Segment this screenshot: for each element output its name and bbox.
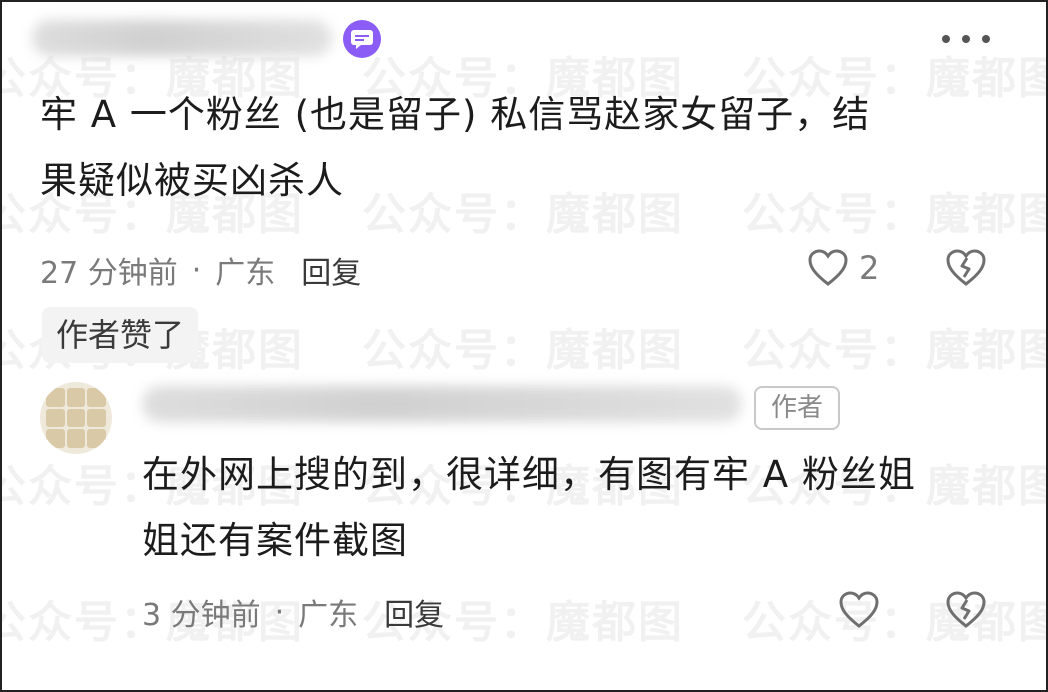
heart-icon[interactable] — [807, 248, 849, 288]
meta-separator: · — [191, 252, 202, 288]
comment-line: 果疑似被买凶杀人 — [40, 159, 344, 202]
reply-button[interactable]: 回复 — [301, 248, 361, 292]
author-tag: 作者 — [754, 386, 840, 430]
more-options-icon[interactable] — [942, 32, 990, 46]
message-badge-icon[interactable] — [343, 20, 381, 58]
comment-text: 牢 A 一个粉丝 (也是留子) 私信骂赵家女留子，结 果疑似被买凶杀人 — [40, 82, 870, 214]
author-liked-badge: 作者赞了 — [42, 307, 199, 363]
blurred-username[interactable] — [32, 20, 332, 56]
comment-time: 27 分钟前 — [40, 256, 178, 291]
meta-separator: · — [274, 594, 285, 630]
like-count: 2 — [859, 249, 880, 287]
comment-text: 在外网上搜的到，很详细，有图有牢 A 粉丝姐 姐还有案件截图 — [142, 442, 916, 574]
like-button[interactable]: 2 — [807, 248, 879, 288]
comment-line: 在外网上搜的到，很详细，有图有牢 A 粉丝姐 — [142, 453, 916, 496]
comment-meta: 3 分钟前 · 广东 回复 — [142, 590, 444, 634]
comment-time: 3 分钟前 — [142, 598, 261, 633]
like-button[interactable] — [838, 590, 880, 630]
broken-heart-icon[interactable] — [945, 248, 987, 288]
broken-heart-icon[interactable] — [945, 590, 987, 630]
comment-location: 广东 — [298, 598, 359, 633]
comment-meta: 27 分钟前 · 广东 回复 — [40, 248, 361, 292]
comment-panel: 公众号：魔都图 公众号：魔都图 公众号：魔都图 公众号：魔都图 公众号：魔都图 公众号：魔… — [0, 0, 1048, 692]
comment-location: 广东 — [215, 256, 276, 291]
blurred-username[interactable] — [142, 386, 742, 422]
heart-icon[interactable] — [838, 590, 880, 630]
comment-line: 姐还有案件截图 — [142, 519, 408, 562]
reply-button[interactable]: 回复 — [384, 590, 444, 634]
comment-line: 牢 A 一个粉丝 (也是留子) 私信骂赵家女留子，结 — [40, 93, 871, 136]
dislike-button[interactable] — [945, 590, 987, 630]
dislike-button[interactable] — [945, 248, 987, 288]
avatar[interactable] — [40, 382, 112, 454]
